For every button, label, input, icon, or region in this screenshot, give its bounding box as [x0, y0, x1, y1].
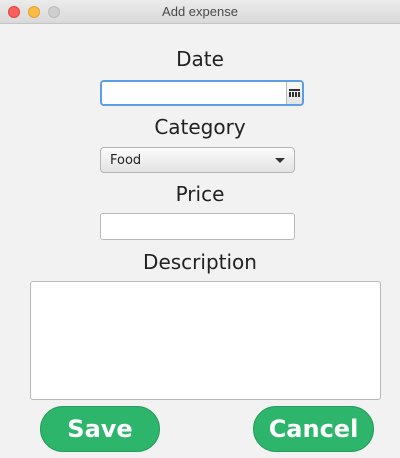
date-picker-button[interactable] [286, 82, 302, 104]
title-bar[interactable]: Add expense [0, 0, 400, 24]
description-label: Description [143, 250, 257, 274]
chevron-down-icon [275, 158, 285, 163]
category-label: Category [154, 115, 246, 139]
price-label: Price [175, 182, 225, 206]
category-select[interactable]: Food [100, 147, 295, 173]
date-label: Date [176, 47, 224, 71]
cancel-button[interactable]: Cancel [253, 406, 374, 452]
date-input[interactable] [102, 82, 286, 104]
description-textarea[interactable] [30, 281, 381, 400]
window-title: Add expense [162, 4, 238, 19]
save-button[interactable]: Save [40, 406, 160, 452]
calendar-icon [289, 89, 300, 97]
add-expense-window: Add expense Date Category Food Price Des… [0, 0, 400, 458]
category-selected-value: Food [110, 153, 142, 168]
price-input[interactable] [100, 213, 295, 240]
date-picker[interactable] [100, 80, 304, 106]
